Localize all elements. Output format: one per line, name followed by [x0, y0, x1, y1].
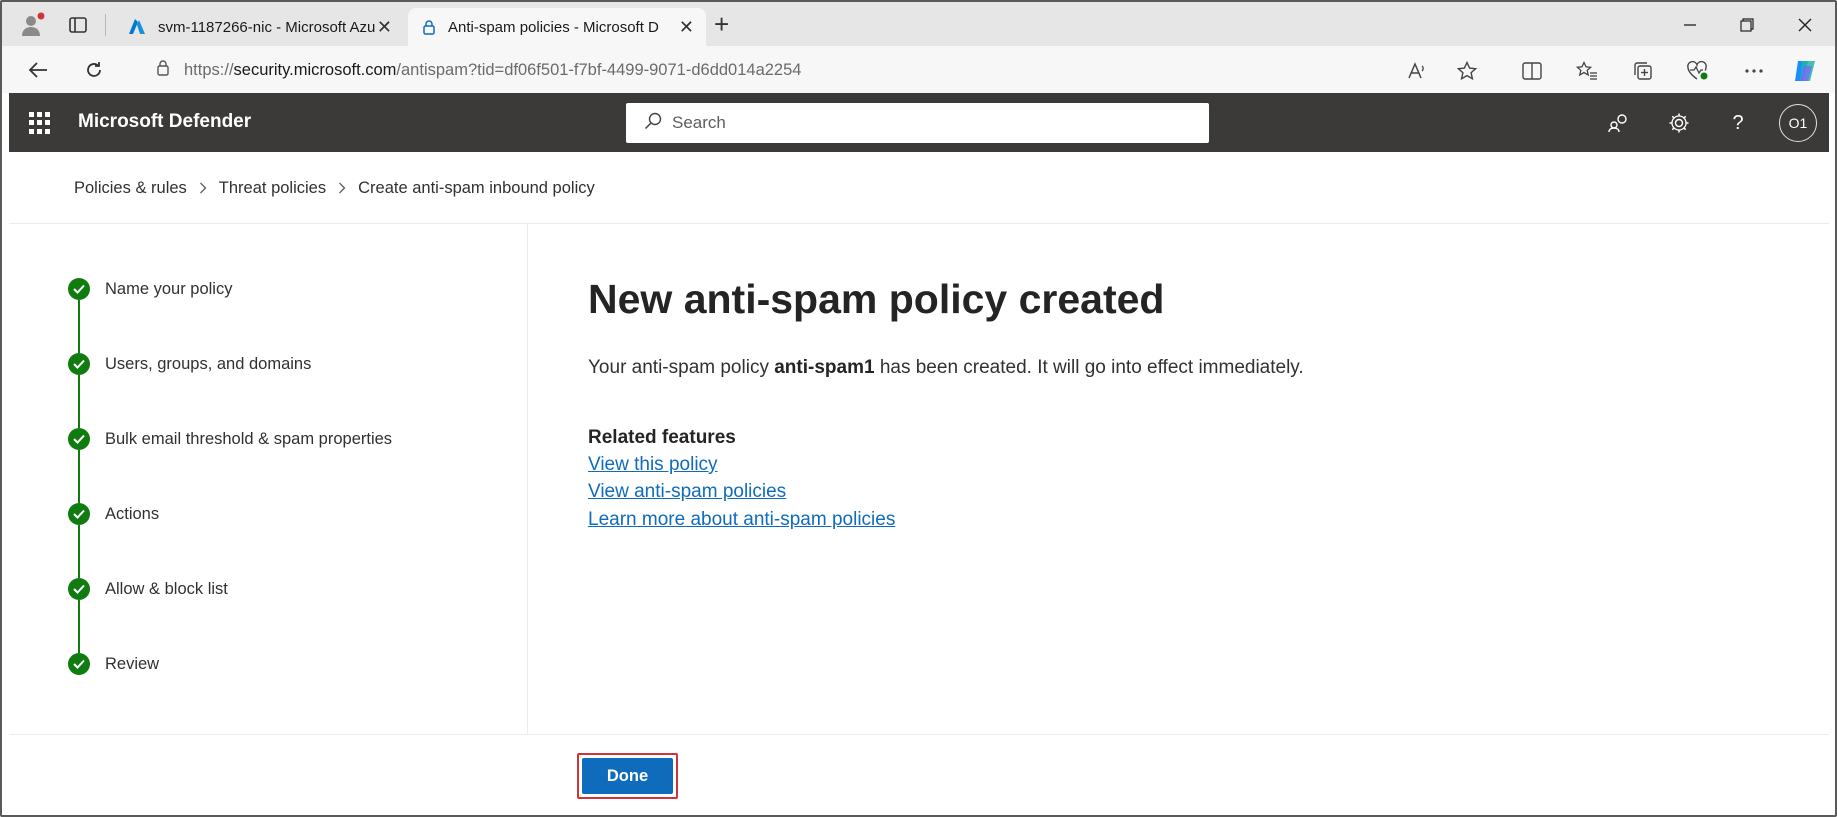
- close-window-icon[interactable]: [1781, 10, 1829, 40]
- wizard-step-allow-block[interactable]: Allow & block list: [68, 578, 392, 653]
- lock-icon: [156, 59, 170, 81]
- tab-separator: [105, 14, 106, 36]
- refresh-icon[interactable]: [76, 54, 112, 86]
- step-connector: [78, 450, 80, 503]
- search-icon: [644, 112, 662, 135]
- step-connector: [78, 300, 80, 353]
- wizard-step-users-groups[interactable]: Users, groups, and domains: [68, 353, 392, 428]
- desc-after: has been created. It will go into effect…: [874, 357, 1304, 378]
- url-host: security.microsoft.com: [233, 60, 397, 79]
- step-label: Bulk email threshold & spam properties: [105, 430, 393, 448]
- browser-essentials-icon[interactable]: [1683, 56, 1713, 86]
- help-icon[interactable]: ?: [1720, 105, 1756, 141]
- more-options-icon[interactable]: [1739, 56, 1769, 86]
- search-input[interactable]: Search: [626, 103, 1209, 143]
- tab-anti-spam[interactable]: Anti-spam policies - Microsoft D ✕: [408, 8, 706, 46]
- done-button[interactable]: Done: [582, 758, 673, 794]
- tab-title: svm-1187266-nic - Microsoft Azu: [158, 18, 376, 36]
- view-this-policy-link[interactable]: View this policy: [588, 454, 718, 476]
- step-label: Review: [105, 655, 160, 673]
- azure-icon: [129, 19, 145, 34]
- step-label: Name your policy: [105, 280, 233, 298]
- address-bar: https://security.microsoft.com/antispam?…: [2, 46, 1835, 93]
- app-header: Microsoft Defender Search ? O1: [9, 93, 1829, 152]
- community-icon[interactable]: [1601, 105, 1637, 141]
- back-icon[interactable]: [20, 54, 56, 86]
- profile-icon[interactable]: [14, 8, 50, 42]
- split-screen-icon[interactable]: [1517, 56, 1547, 86]
- breadcrumb-item-current: Create anti-spam inbound policy: [358, 179, 595, 197]
- copilot-icon[interactable]: [1790, 56, 1820, 86]
- desc-before: Your anti-spam policy: [588, 357, 775, 378]
- step-connector: [78, 525, 80, 578]
- step-label: Users, groups, and domains: [105, 355, 312, 373]
- app-launcher-icon[interactable]: [29, 112, 51, 134]
- search-placeholder: Search: [672, 113, 726, 132]
- wizard-step-review[interactable]: Review: [68, 653, 392, 728]
- browser-window: svm-1187266-nic - Microsoft Azu ✕ Anti-s…: [0, 0, 1837, 817]
- confirmation-message: Your anti-spam policy anti-spam1 has bee…: [588, 357, 1304, 379]
- close-tab-icon[interactable]: ✕: [679, 17, 694, 37]
- settings-gear-icon[interactable]: [1661, 105, 1697, 141]
- url-field[interactable]: https://security.microsoft.com/antispam?…: [132, 54, 1412, 86]
- tab-actions-icon[interactable]: [60, 8, 96, 42]
- wizard-step-actions[interactable]: Actions: [68, 503, 392, 578]
- breadcrumb-item-policies-rules[interactable]: Policies & rules: [74, 179, 187, 198]
- checkmark-icon: [68, 353, 90, 375]
- chevron-right-icon: [338, 181, 346, 197]
- tab-azure[interactable]: svm-1187266-nic - Microsoft Azu ✕: [114, 8, 404, 46]
- tab-title: Anti-spam policies - Microsoft D: [448, 18, 659, 36]
- breadcrumb: Policies & rules Threat policies Create …: [74, 179, 595, 198]
- checkmark-icon: [68, 503, 90, 525]
- learn-more-link[interactable]: Learn more about anti-spam policies: [588, 509, 895, 531]
- divider: [9, 734, 1829, 735]
- divider: [9, 223, 1829, 224]
- favorites-icon[interactable]: [1572, 56, 1602, 86]
- app-title[interactable]: Microsoft Defender: [78, 111, 251, 133]
- collections-icon[interactable]: [1628, 56, 1658, 86]
- step-connector: [78, 600, 80, 653]
- url-path: /antispam?tid=df06f501-f7bf-4499-9071-d6…: [396, 60, 802, 79]
- divider: [527, 224, 528, 734]
- related-features-heading: Related features: [588, 427, 736, 448]
- policy-name: anti-spam1: [774, 357, 875, 378]
- breadcrumb-item-threat-policies[interactable]: Threat policies: [219, 179, 326, 198]
- close-tab-icon[interactable]: ✕: [377, 17, 392, 37]
- chevron-right-icon: [199, 181, 207, 197]
- wizard-step-name-policy[interactable]: Name your policy: [68, 278, 392, 353]
- favorite-star-icon[interactable]: [1452, 56, 1482, 86]
- account-avatar[interactable]: O1: [1779, 104, 1817, 142]
- wizard-steps: Name your policy Users, groups, and doma…: [68, 278, 392, 728]
- checkmark-icon: [68, 428, 90, 450]
- lock-icon: [423, 20, 435, 35]
- url-prefix: https://: [184, 60, 234, 79]
- read-aloud-icon[interactable]: [1402, 56, 1432, 86]
- checkmark-icon: [68, 578, 90, 600]
- step-label: Actions: [105, 505, 160, 523]
- step-connector: [78, 375, 80, 428]
- wizard-step-bulk-email[interactable]: Bulk email threshold & spam properties: [68, 428, 392, 503]
- minimize-icon[interactable]: [1666, 10, 1714, 40]
- view-anti-spam-policies-link[interactable]: View anti-spam policies: [588, 481, 786, 503]
- step-label: Allow & block list: [105, 580, 228, 598]
- tab-strip: svm-1187266-nic - Microsoft Azu ✕ Anti-s…: [2, 2, 1835, 46]
- restore-icon[interactable]: [1723, 10, 1771, 40]
- checkmark-icon: [68, 653, 90, 675]
- checkmark-icon: [68, 278, 90, 300]
- page-title: New anti-spam policy created: [588, 276, 1165, 322]
- new-tab-button[interactable]: +: [714, 11, 729, 37]
